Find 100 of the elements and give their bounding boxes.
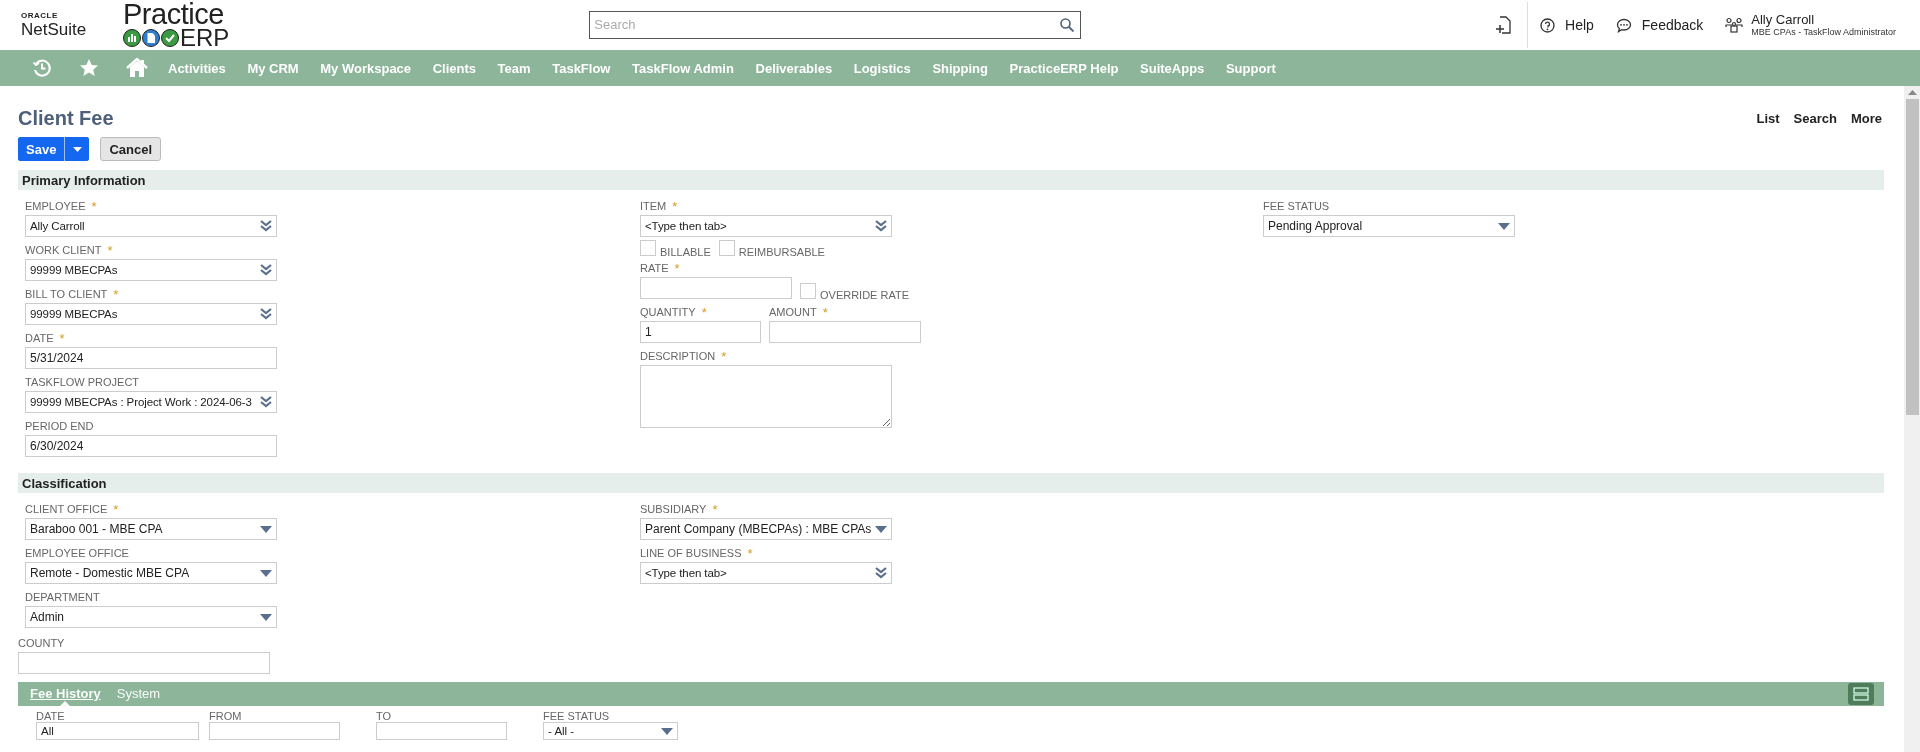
field-label: TO (376, 710, 392, 722)
people-icon[interactable] (1725, 17, 1744, 33)
page-plus-icon[interactable] (1495, 16, 1511, 34)
field-label: SUBSIDIARY (640, 503, 707, 515)
required-mark: * (712, 503, 718, 516)
user-role: MBE CPAs - TaskFlow Administrator (1751, 27, 1896, 39)
star-icon[interactable] (79, 58, 99, 78)
save-button[interactable]: Save (18, 137, 66, 161)
help-icon (1540, 17, 1555, 33)
dropdown-field[interactable]: Admin (25, 606, 277, 628)
checkbox-label: OVERRIDE RATE (820, 289, 910, 301)
field-label: TASKFLOW PROJECT (25, 376, 140, 388)
cancel-button[interactable]: Cancel (100, 137, 161, 161)
input-field[interactable] (640, 277, 792, 299)
input-field[interactable]: 1 (640, 321, 761, 343)
caret-icon (72, 146, 82, 152)
dropdown-arrow-icon[interactable] (260, 525, 272, 533)
field-label: WORK CLIENT (25, 244, 102, 256)
dropdown-arrow-icon[interactable] (875, 525, 887, 533)
page-title: Client Fee (18, 106, 114, 130)
page-action-link[interactable]: Search (1793, 110, 1837, 126)
required-mark: * (674, 262, 680, 275)
layout-toggle-button[interactable] (1848, 683, 1874, 705)
dropdown-arrow-icon[interactable] (1498, 222, 1510, 230)
dropdown-field[interactable]: - All - (543, 722, 678, 740)
netsuite-logo-text: NetSuite (21, 21, 88, 38)
field-label: CLIENT OFFICE (25, 503, 108, 515)
double-chevron-icon[interactable] (875, 567, 887, 579)
lookup-field[interactable]: 99999 MBECPAs : Project Work : 2024-06-3 (25, 391, 277, 413)
checkbox[interactable] (718, 240, 735, 256)
checkbox-label: REIMBURSABLE (738, 246, 825, 258)
field-label: EMPLOYEE (25, 200, 86, 212)
user-name[interactable]: Ally Carroll (1751, 11, 1896, 28)
required-mark: * (822, 306, 828, 319)
required-mark: * (59, 332, 65, 345)
dropdown-field[interactable]: Pending Approval (1263, 215, 1515, 237)
input-field[interactable]: 6/30/2024 (25, 435, 277, 457)
dropdown-arrow-icon[interactable] (661, 727, 673, 735)
field-label: LINE OF BUSINESS (640, 547, 742, 559)
lookup-field[interactable]: Ally Carroll (25, 215, 277, 237)
circle-badges-drawing (123, 28, 181, 48)
input-field[interactable] (209, 722, 340, 740)
dropdown-field[interactable]: Baraboo 001 - MBE CPA (25, 518, 277, 540)
page-action-link[interactable]: More (1850, 110, 1882, 126)
speech-bubble-icon (1615, 17, 1632, 33)
double-chevron-icon[interactable] (260, 220, 272, 232)
field-label: EMPLOYEE OFFICE (25, 547, 129, 559)
practice-logo-text: Practice (123, 0, 224, 29)
lookup-field[interactable]: <Type then tab> (640, 562, 892, 584)
input-field[interactable] (18, 652, 270, 674)
feedback-link[interactable]: Feedback (1615, 17, 1704, 33)
section-title: Primary Information (22, 172, 146, 188)
help-link[interactable]: Help (1540, 17, 1594, 33)
resize-grip-icon (882, 418, 890, 426)
checkbox[interactable] (640, 240, 656, 256)
lookup-field[interactable]: 99999 MBECPAs (25, 303, 277, 325)
lookup-field[interactable]: 99999 MBECPAs (25, 259, 277, 281)
dropdown-arrow-icon[interactable] (260, 569, 272, 577)
field-label: PERIOD END (25, 420, 94, 432)
required-mark: * (107, 244, 113, 257)
dropdown-field[interactable]: Remote - Domestic MBE CPA (25, 562, 277, 584)
double-chevron-icon[interactable] (875, 220, 887, 232)
field-label: FEE STATUS (1263, 200, 1330, 212)
erp-logo-text: ERP (180, 26, 230, 50)
input-field[interactable]: All (36, 722, 199, 740)
required-mark: * (672, 200, 678, 213)
required-mark: * (721, 350, 727, 363)
double-chevron-icon[interactable] (260, 308, 272, 320)
section-title: Classification (22, 475, 107, 491)
field-label: FEE STATUS (543, 710, 610, 722)
input-field[interactable] (376, 722, 507, 740)
scrollbar-thumb[interactable] (1905, 99, 1919, 415)
field-label: RATE (640, 262, 669, 274)
input-field[interactable] (769, 321, 921, 343)
double-chevron-icon[interactable] (260, 264, 272, 276)
dropdown-arrow-icon[interactable] (260, 613, 272, 621)
field-label: COUNTY (18, 637, 65, 649)
field-label: FROM (209, 710, 242, 722)
stacked-rows-icon (1853, 687, 1869, 701)
required-mark: * (113, 288, 119, 301)
input-field[interactable]: 5/31/2024 (25, 347, 277, 369)
double-chevron-icon[interactable] (260, 396, 272, 408)
field-label: BILL TO CLIENT (25, 288, 108, 300)
lookup-field[interactable]: <Type then tab> (640, 215, 892, 237)
field-label: DATE (25, 332, 54, 344)
scroll-up-icon (1907, 90, 1917, 95)
page-action-link[interactable]: List (1756, 110, 1780, 126)
checkbox[interactable] (800, 283, 816, 299)
field-label: DESCRIPTION (640, 350, 716, 362)
required-mark: * (701, 306, 707, 319)
search-icon[interactable] (1060, 17, 1075, 32)
field-label: QUANTITY (640, 306, 696, 318)
required-mark: * (747, 547, 753, 560)
field-label: ITEM (640, 200, 667, 212)
field-label: AMOUNT (769, 306, 817, 318)
field-label: DATE (36, 710, 65, 722)
oracle-logo-text: ORACLE (21, 12, 59, 20)
dropdown-field[interactable]: Parent Company (MBECPAs) : MBE CPAs (640, 518, 892, 540)
required-mark: * (113, 503, 119, 516)
scrollbar[interactable] (1904, 86, 1920, 752)
